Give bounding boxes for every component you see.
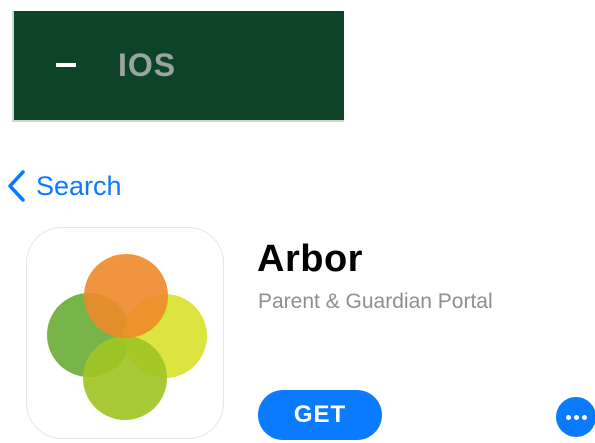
- platform-banner: IOS: [12, 11, 344, 122]
- app-subtitle: Parent & Guardian Portal: [258, 290, 493, 313]
- platform-label: IOS: [118, 47, 177, 83]
- chevron-left-icon: [8, 170, 25, 202]
- back-label: Search: [36, 171, 122, 201]
- ellipsis-icon: [565, 414, 571, 420]
- app-store-listing: Search Arbor Parent & Guardian Portal GE…: [0, 145, 595, 443]
- app-name: Arbor: [257, 238, 363, 280]
- arbor-logo-icon: [47, 254, 207, 420]
- more-options-button[interactable]: [556, 397, 595, 437]
- app-icon[interactable]: [26, 227, 224, 439]
- logo-circle-orange: [84, 254, 168, 338]
- logo-circle-lime: [83, 336, 167, 420]
- back-to-search-link[interactable]: Search: [6, 169, 122, 203]
- dash-icon: [56, 63, 76, 67]
- get-button[interactable]: GET: [258, 390, 382, 440]
